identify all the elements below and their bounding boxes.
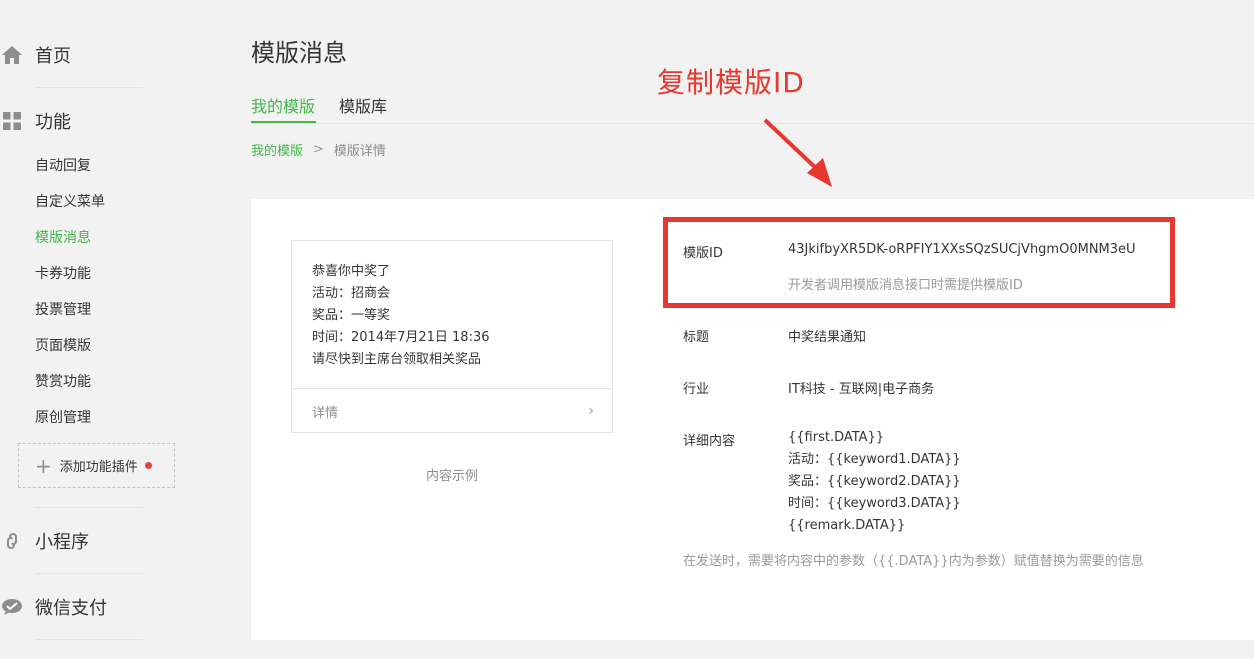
home-icon <box>0 43 24 67</box>
divider <box>35 507 143 508</box>
grid-icon <box>0 109 24 133</box>
sidebar-item-original[interactable]: 原创管理 <box>35 407 91 427</box>
divider <box>35 87 143 88</box>
preview-body: 恭喜你中奖了 活动：招商会 奖品：一等奖 时间：2014年7月21日 18:36… <box>292 241 612 388</box>
preview-details-link[interactable]: 详情 › <box>292 388 612 433</box>
nav-wechat-pay[interactable]: 微信支付 <box>0 594 107 620</box>
sidebar-item-template-message[interactable]: 模版消息 <box>35 227 91 247</box>
breadcrumb: 我的模版 > 模版详情 <box>251 140 386 159</box>
content-line: {{first.DATA}} <box>788 430 885 445</box>
breadcrumb-link[interactable]: 我的模版 <box>251 140 303 159</box>
sidebar-item-custom-menu[interactable]: 自定义菜单 <box>35 191 105 211</box>
sidebar: 首页 功能 自动回复 自定义菜单 模版消息 卡券功能 投票管理 页面模版 赞赏功… <box>0 0 200 659</box>
add-plugin-label: 添加功能插件 <box>59 460 138 475</box>
annotation-text: 复制模版ID <box>657 66 805 99</box>
sidebar-item-coupons[interactable]: 卡券功能 <box>35 263 91 283</box>
sidebar-item-reward[interactable]: 赞赏功能 <box>35 371 91 391</box>
nav-wechat-pay-label: 微信支付 <box>35 598 107 619</box>
tab-divider <box>251 123 1254 124</box>
content-line: 活动：{{keyword1.DATA}} <box>788 452 961 467</box>
content-value: {{first.DATA}} 活动：{{keyword1.DATA}} 奖品：{… <box>788 427 961 537</box>
content-hint: 在发送时，需要将内容中的参数（{{.DATA}}内为参数）赋值替换为需要的信息 <box>683 554 1144 569</box>
message-preview-card: 恭喜你中奖了 活动：招商会 奖品：一等奖 时间：2014年7月21日 18:36… <box>291 240 613 433</box>
breadcrumb-current: 模版详情 <box>333 144 386 159</box>
preview-line: 活动：招商会 <box>312 286 391 301</box>
preview-details-label: 详情 <box>312 405 339 421</box>
notification-dot <box>144 462 152 469</box>
preview-caption: 内容示例 <box>425 469 478 484</box>
divider <box>35 573 143 574</box>
industry-label: 行业 <box>683 382 710 397</box>
divider <box>35 639 143 640</box>
nav-home-label: 首页 <box>35 46 71 67</box>
chevron-right-icon: > <box>313 142 324 157</box>
preview-line: 请尽快到主席台领取相关奖品 <box>312 352 482 367</box>
sidebar-item-voting[interactable]: 投票管理 <box>35 299 91 319</box>
title-label: 标题 <box>683 330 710 345</box>
content-line: 奖品：{{keyword2.DATA}} <box>788 474 961 489</box>
sidebar-item-auto-reply[interactable]: 自动回复 <box>35 155 91 175</box>
link-icon <box>0 529 24 553</box>
annotation-highlight-box <box>663 217 1175 308</box>
page-title: 模版消息 <box>251 39 347 67</box>
preview-line: 时间：2014年7月21日 18:36 <box>312 330 490 345</box>
preview-line: 奖品：一等奖 <box>312 308 391 323</box>
content-label: 详细内容 <box>683 434 736 449</box>
preview-line: 恭喜你中奖了 <box>312 264 391 279</box>
wechat-pay-icon <box>0 595 24 619</box>
nav-features[interactable]: 功能 <box>0 108 71 134</box>
nav-features-label: 功能 <box>35 112 71 133</box>
title-value: 中奖结果通知 <box>788 330 867 345</box>
content-line: 时间：{{keyword3.DATA}} <box>788 496 961 511</box>
content-line: {{remark.DATA}} <box>788 518 906 533</box>
nav-mini-program[interactable]: 小程序 <box>0 528 89 554</box>
industry-value: IT科技 - 互联网|电子商务 <box>788 382 935 397</box>
sidebar-item-page-template[interactable]: 页面模版 <box>35 335 91 355</box>
tab-my-templates[interactable]: 我的模版 <box>251 93 315 117</box>
tab-template-library[interactable]: 模版库 <box>339 93 387 117</box>
add-plugin-button[interactable]: + 添加功能插件 <box>18 443 175 488</box>
nav-home[interactable]: 首页 <box>0 42 71 68</box>
plus-icon: + <box>35 453 52 478</box>
nav-mini-program-label: 小程序 <box>35 532 89 553</box>
chevron-right-icon: › <box>588 403 594 419</box>
